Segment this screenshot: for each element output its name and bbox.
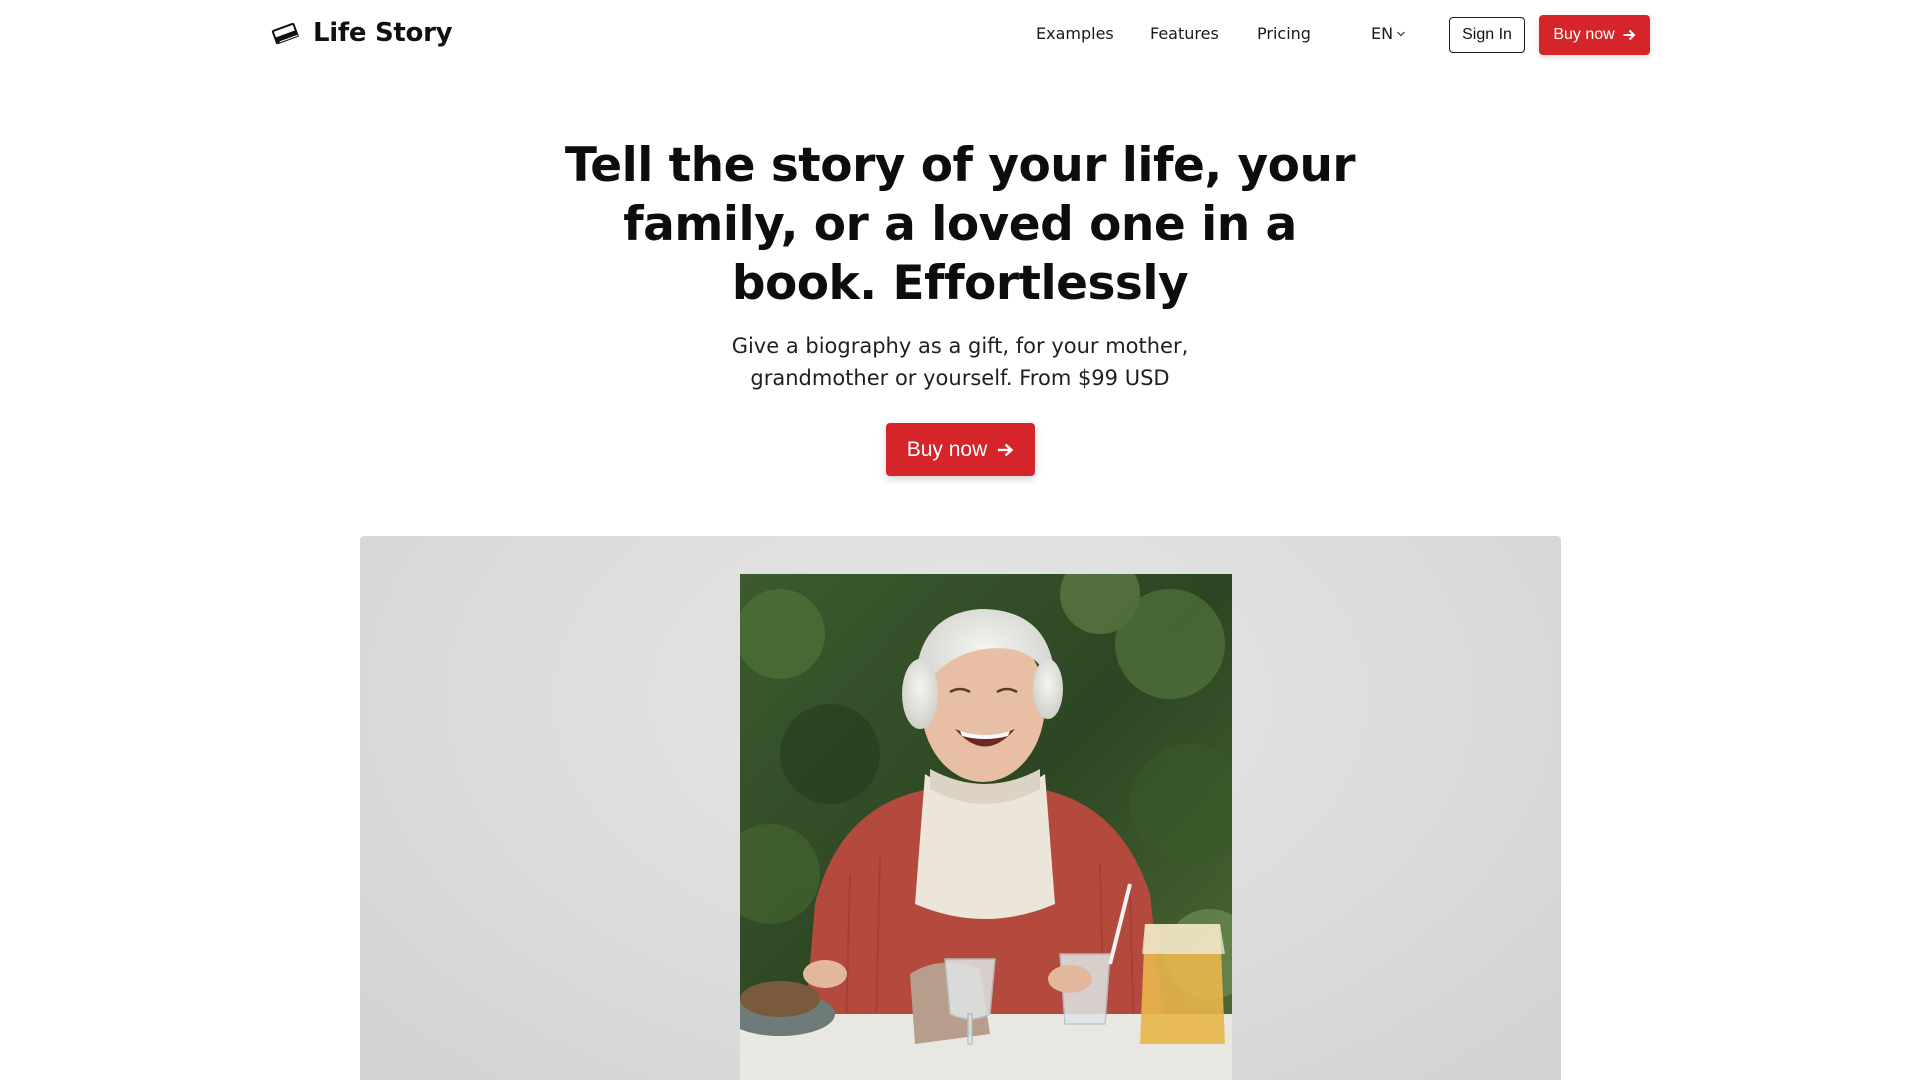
- nav-features[interactable]: Features: [1150, 24, 1219, 43]
- language-label: EN: [1371, 24, 1394, 43]
- sign-in-label: Sign In: [1462, 26, 1512, 43]
- hero-buy-label: Buy now: [906, 437, 988, 461]
- logo-text: Life Story: [313, 18, 453, 48]
- showcase-image: [360, 536, 1561, 1080]
- book-icon: [271, 22, 300, 45]
- arrow-right-icon: [1623, 29, 1636, 41]
- header-buy-label: Buy now: [1553, 26, 1615, 43]
- book-photo: [740, 574, 1232, 1080]
- nav-examples[interactable]: Examples: [1036, 24, 1114, 43]
- chevron-down-icon: [1397, 31, 1406, 36]
- arrow-right-icon: [998, 443, 1014, 456]
- header-buy-button[interactable]: Buy now: [1539, 15, 1650, 55]
- hero-buy-button[interactable]: Buy now: [886, 423, 1035, 476]
- site-header: Life Story Examples Features Pricing EN …: [0, 0, 1920, 70]
- nav-pricing[interactable]: Pricing: [1257, 24, 1311, 43]
- hero-title: Tell the story of your life, your family…: [564, 138, 1356, 311]
- language-selector[interactable]: EN: [1371, 24, 1406, 43]
- logo[interactable]: Life Story: [269, 17, 453, 49]
- sign-in-button[interactable]: Sign In: [1449, 17, 1525, 53]
- hero-subtitle: Give a biography as a gift, for your mot…: [731, 334, 1189, 390]
